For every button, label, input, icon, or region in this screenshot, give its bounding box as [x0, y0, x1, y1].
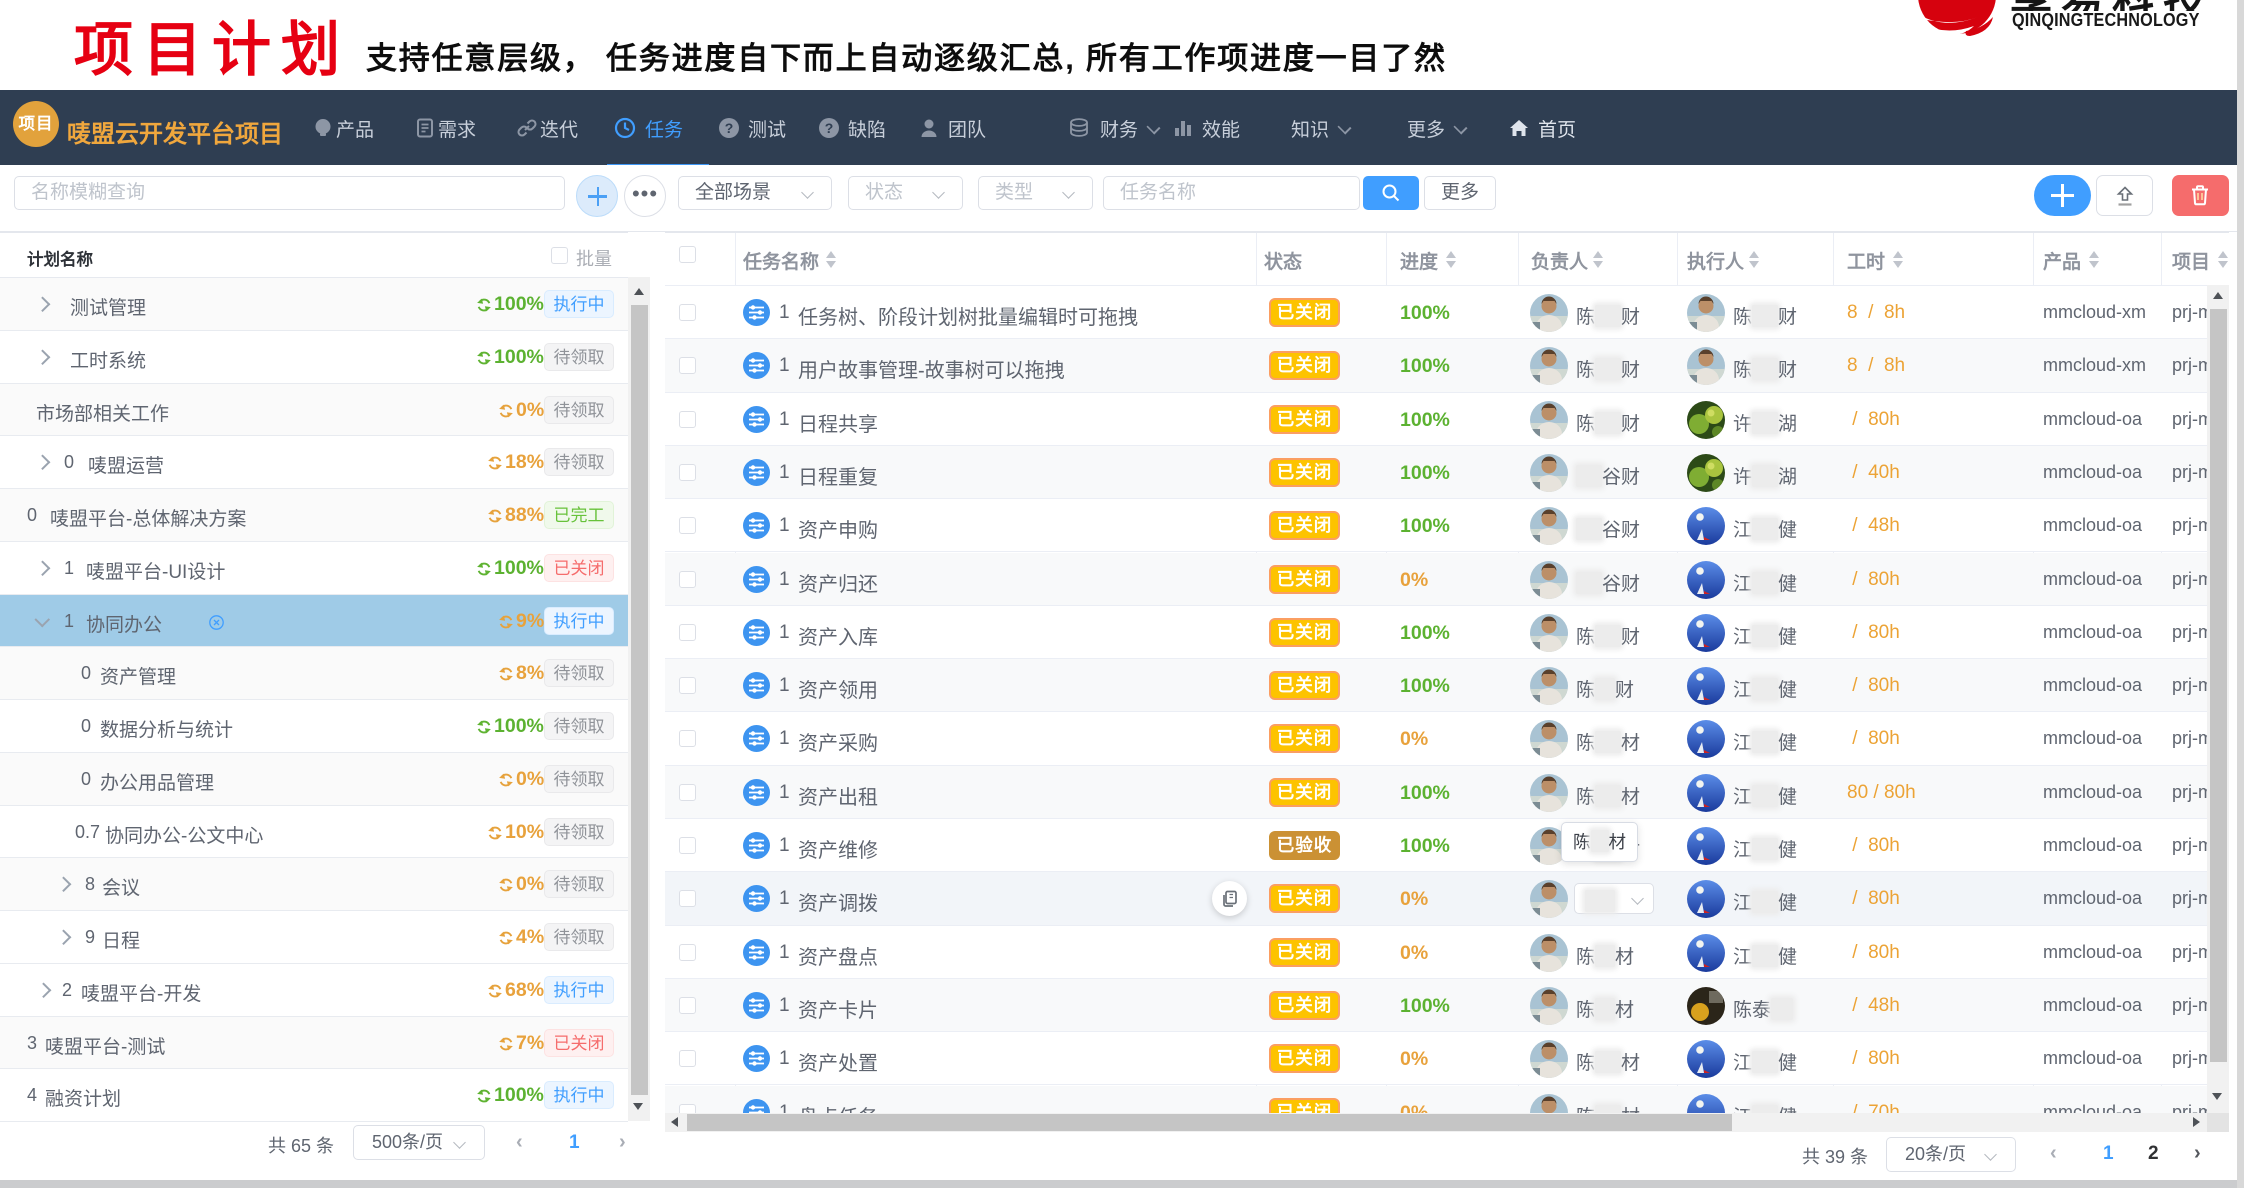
svg-text:?: ?: [825, 120, 834, 136]
svg-text:?: ?: [725, 120, 734, 136]
